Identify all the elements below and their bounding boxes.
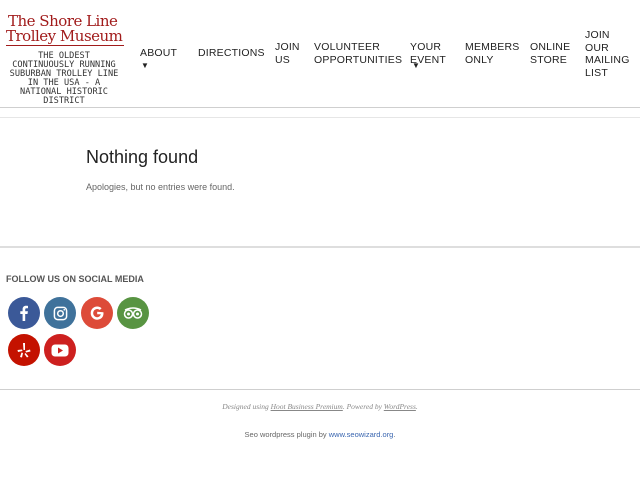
seo-text: . (393, 430, 396, 439)
facebook-button[interactable] (8, 297, 40, 329)
header-divider (0, 107, 640, 108)
footer-credit: Designed using Hoot Business Premium. Po… (0, 402, 640, 411)
nav-label-line: US (275, 53, 290, 66)
tripadvisor-icon (123, 307, 143, 319)
youtube-icon (51, 344, 69, 356)
nav-item-volunteer[interactable]: VOLUNTEER OPPORTUNITIES (314, 41, 402, 66)
nav-label-line: LIST (585, 66, 608, 79)
nav-label-line: MAILING (585, 54, 630, 66)
credit-text: . (415, 402, 418, 411)
google-icon (90, 306, 104, 320)
nav-label-line: OPPORTUNITIES (314, 53, 403, 66)
facebook-icon (20, 305, 28, 321)
seo-text: Seo wordpress plugin by (244, 430, 329, 439)
nav-item-online-store[interactable]: ONLINE STORE (530, 41, 570, 66)
wordpress-link[interactable]: WordPress (384, 402, 416, 411)
tripadvisor-button[interactable] (117, 297, 149, 329)
logo-line-2: Trolley Museum (6, 27, 123, 45)
credit-text: Designed using (222, 402, 271, 411)
nav-label-line: ONLY (465, 53, 494, 66)
google-button[interactable] (81, 297, 113, 329)
nav-label-line: ONLINE (530, 41, 571, 53)
nav-label-line: JOIN (275, 41, 300, 53)
nav-label: DIRECTIONS (198, 47, 265, 59)
header-divider-secondary (0, 117, 640, 118)
subfooter-divider (0, 389, 640, 390)
nav-label-line: MEMBERS (465, 41, 520, 53)
logo-underline (6, 45, 124, 46)
nav-item-join-us[interactable]: JOIN US (275, 41, 300, 66)
nav-item-directions[interactable]: DIRECTIONS (198, 47, 265, 60)
credit-text: . Powered by (342, 402, 384, 411)
nav-label-line: JOIN (585, 29, 610, 41)
seo-credit: Seo wordpress plugin by www.seowizard.or… (0, 430, 640, 439)
chevron-down-icon: ▼ (412, 61, 421, 70)
instagram-icon (53, 306, 67, 320)
chevron-down-icon: ▼ (141, 60, 150, 70)
yelp-button[interactable] (8, 334, 40, 366)
nav-label: ABOUT (140, 47, 178, 59)
youtube-button[interactable] (44, 334, 76, 366)
instagram-button[interactable] (44, 297, 76, 329)
theme-link[interactable]: Hoot Business Premium (271, 402, 343, 411)
nav-label-line: STORE (530, 53, 567, 66)
nav-label-line: OUR (585, 41, 609, 54)
page-title: Nothing found (86, 147, 199, 167)
site-logo[interactable]: The Shore Line Trolley Museum (6, 14, 124, 48)
no-results-message: Apologies, but no entries were found. (86, 182, 235, 192)
site-tagline: THE OLDEST CONTINUOUSLY RUNNING SUBURBAN… (9, 51, 119, 106)
footer-divider (0, 246, 640, 248)
nav-label-line: YOUR (410, 41, 442, 53)
nav-item-mailing-list[interactable]: JOIN OUR MAILING LIST (585, 29, 630, 79)
nav-item-members-only[interactable]: MEMBERS ONLY (465, 41, 520, 66)
nav-item-about[interactable]: ABOUT▼ (140, 47, 177, 72)
widget-title: FOLLOW US ON SOCIAL MEDIA (6, 274, 144, 284)
site-header: The Shore Line Trolley Museum THE OLDEST… (0, 0, 640, 107)
nav-item-your-event[interactable]: YOUR EVENT▼ (410, 41, 446, 79)
yelp-icon (17, 343, 31, 358)
nav-label-line: VOLUNTEER (314, 41, 380, 53)
seowizard-link[interactable]: www.seowizard.org (329, 430, 394, 439)
